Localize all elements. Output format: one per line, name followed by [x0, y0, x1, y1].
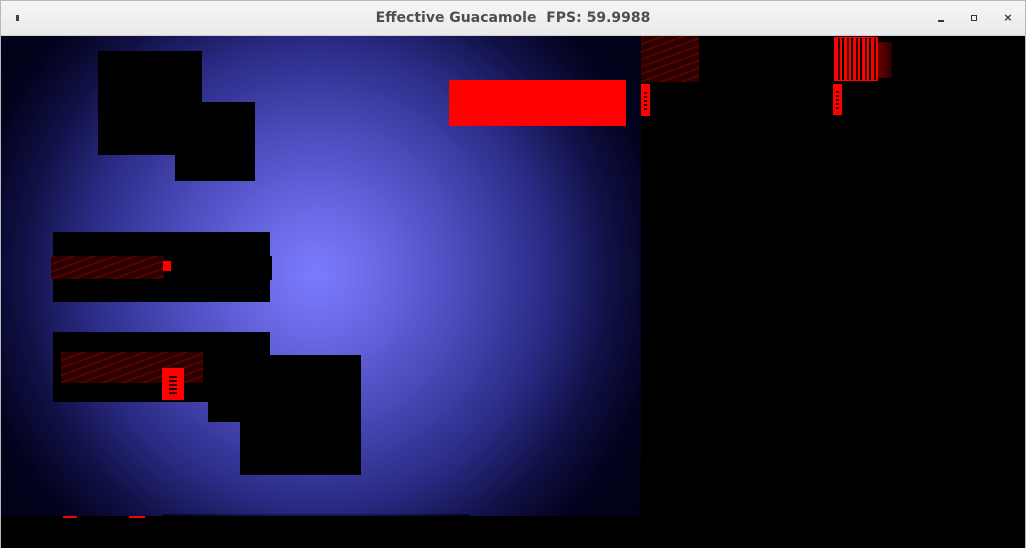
- minimize-icon[interactable]: [932, 9, 950, 27]
- ground-floor: [1, 516, 1025, 548]
- floor-marker: [129, 516, 145, 518]
- enemy-sprite: [833, 84, 842, 115]
- game-canvas[interactable]: [1, 36, 1025, 548]
- wall-block: [240, 355, 361, 475]
- game-window: Effective Guacamole FPS: 59.9988 ×: [0, 0, 1026, 548]
- close-icon[interactable]: ×: [999, 9, 1017, 27]
- window-title: Effective Guacamole FPS: 59.9988: [1, 10, 1025, 26]
- hazard-patch: [641, 36, 699, 82]
- floor-marker: [63, 516, 77, 518]
- maximize-icon[interactable]: [965, 9, 983, 27]
- enemy-sprite: [162, 368, 184, 400]
- fps-label: FPS:: [546, 10, 582, 26]
- sprite-sheet-tail: [878, 42, 892, 78]
- hazard-marker: [163, 261, 171, 271]
- app-title: Effective Guacamole: [375, 10, 537, 26]
- sprite-sheet-strip: [834, 37, 878, 81]
- title-bar[interactable]: Effective Guacamole FPS: 59.9988 ×: [1, 1, 1025, 36]
- wall-block: [163, 256, 272, 280]
- title-separator: [536, 10, 546, 26]
- red-platform: [449, 80, 626, 126]
- enemy-sprite: [641, 84, 650, 116]
- wall-block: [175, 102, 255, 181]
- hazard-patch: [51, 256, 164, 279]
- fps-value: 59.9988: [586, 10, 651, 26]
